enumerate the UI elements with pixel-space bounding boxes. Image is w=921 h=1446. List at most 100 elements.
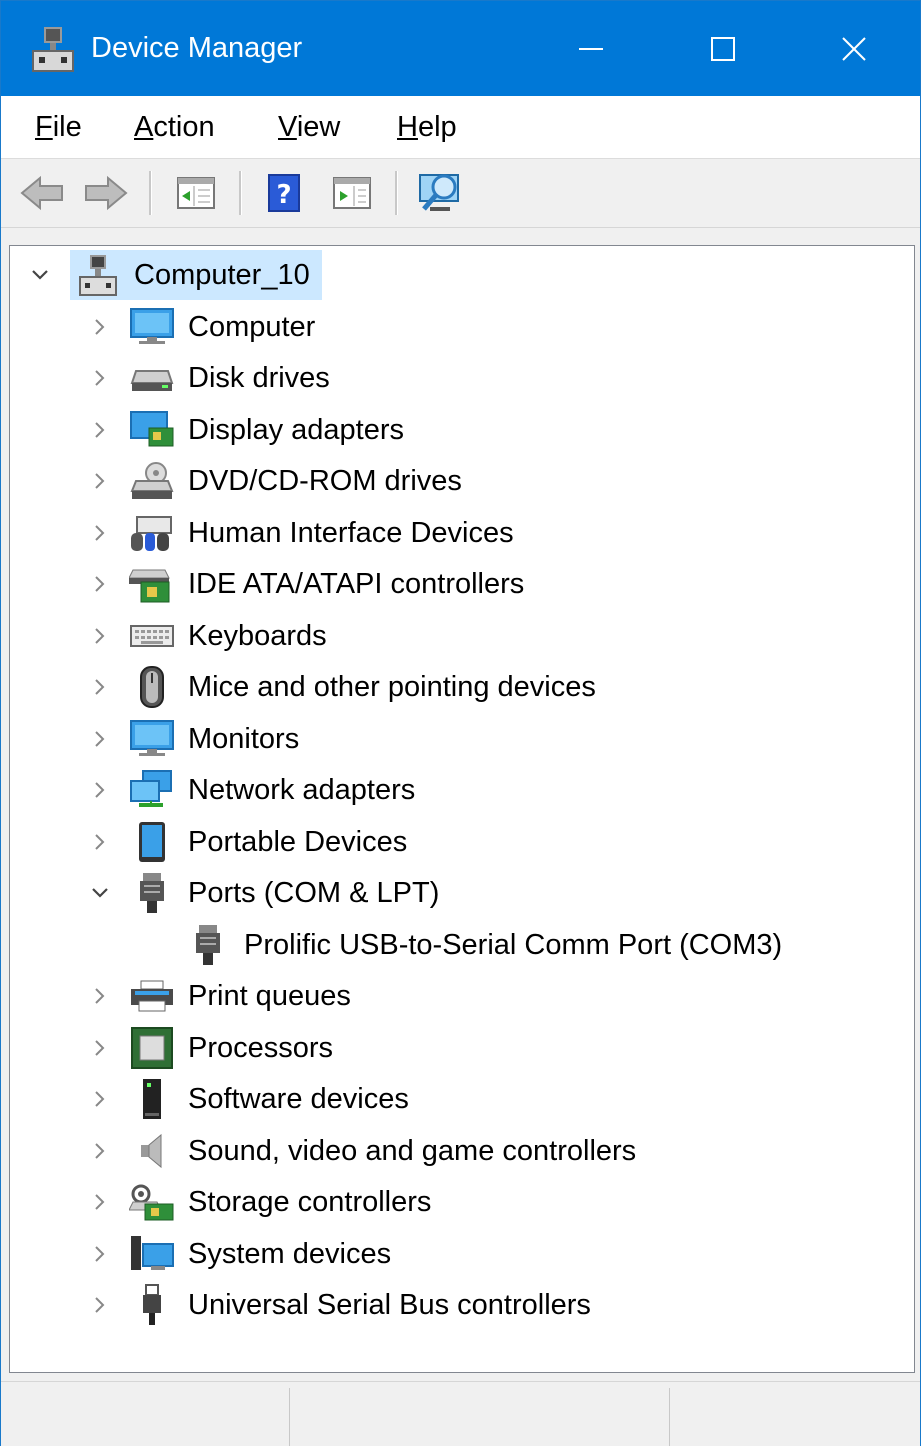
scan-hardware-icon [419,174,459,211]
tree-item-disk-drives[interactable]: Disk drives [88,353,330,403]
expand-chevron-icon[interactable] [88,418,112,442]
tree-item-prolific-usb-serial[interactable]: Prolific USB-to-Serial Comm Port (COM3) [184,920,782,970]
expand-chevron-icon[interactable] [88,521,112,545]
menu-file-label: ile [52,111,82,143]
expand-chevron-icon[interactable] [88,1242,112,1266]
tree-item-mice[interactable]: Mice and other pointing devices [88,662,596,712]
help-button[interactable]: ? [259,169,309,217]
root-selection: Computer_10 [70,250,322,300]
expand-chevron-icon[interactable] [88,1190,112,1214]
expand-chevron-icon[interactable] [88,1036,112,1060]
maximize-button[interactable] [663,1,783,96]
menu-file[interactable]: File [35,96,82,158]
expand-chevron-icon[interactable] [88,1293,112,1317]
expand-chevron-icon[interactable] [88,469,112,493]
expand-chevron-icon[interactable] [88,778,112,802]
storage-controller-icon [128,1178,176,1226]
portable-device-icon [128,818,176,866]
expand-chevron-icon[interactable] [88,727,112,751]
update-driver-icon [333,177,371,209]
back-button[interactable] [17,169,67,217]
processor-icon [128,1024,176,1072]
expand-chevron-icon[interactable] [88,624,112,648]
status-divider [289,1388,290,1446]
hid-icon [128,509,176,557]
keyboard-icon [128,612,176,660]
tree-item-human-interface-devices[interactable]: Human Interface Devices [88,508,514,558]
tree-item-network-adapters[interactable]: Network adapters [88,765,415,815]
tree-item-display-adapters[interactable]: Display adapters [88,405,404,455]
update-driver-button[interactable] [327,169,377,217]
tree-item-storage-controllers[interactable]: Storage controllers [88,1177,431,1227]
menu-help-label: elp [417,111,457,143]
expand-chevron-icon[interactable] [88,366,112,390]
speaker-icon [128,1127,176,1175]
device-tree[interactable]: Computer_10 Computer Disk drives Display… [9,245,915,1373]
tree-item-keyboards[interactable]: Keyboards [88,611,327,661]
tree-item-label: Keyboards [188,619,327,652]
tree-item-system-devices[interactable]: System devices [88,1229,391,1279]
menu-help-mnemonic: H [397,111,418,143]
tree-item-computer[interactable]: Computer [88,302,315,352]
forward-button[interactable] [81,169,131,217]
menu-view-label: iew [296,111,341,143]
tree-item-label: DVD/CD-ROM drives [188,464,462,497]
menu-file-mnemonic: F [35,111,53,143]
device-manager-app-icon [32,27,74,72]
expand-chevron-icon[interactable] [88,572,112,596]
window-title: Device Manager [91,32,303,64]
tree-item-ports[interactable]: Ports (COM & LPT) [88,868,439,918]
menu-help[interactable]: Help [397,96,457,158]
port-icon [128,869,176,917]
minimize-icon [579,47,603,50]
tree-item-ide-ata-atapi-controllers[interactable]: IDE ATA/ATAPI controllers [88,559,524,609]
tree-item-label: Print queues [188,979,351,1012]
monitor-icon [128,715,176,763]
tree-item-print-queues[interactable]: Print queues [88,971,351,1021]
tree-item-dvd-cd-rom-drives[interactable]: DVD/CD-ROM drives [88,456,462,506]
usb-icon [128,1281,176,1329]
properties-icon [177,177,215,209]
system-device-icon [128,1230,176,1278]
properties-button[interactable] [171,169,221,217]
display-adapter-icon [128,406,176,454]
forward-icon [85,175,128,211]
expand-chevron-icon[interactable] [88,1087,112,1111]
expand-chevron-icon[interactable] [88,984,112,1008]
printer-icon [128,972,176,1020]
tree-item-label: Display adapters [188,413,404,446]
tree-item-sound-video-game[interactable]: Sound, video and game controllers [88,1126,636,1176]
menu-view-mnemonic: V [278,111,297,143]
tree-item-label: Portable Devices [188,825,408,858]
menu-view[interactable]: View [278,96,340,158]
tree-item-label: Universal Serial Bus controllers [188,1288,591,1321]
close-button[interactable] [794,1,914,96]
tree-item-label: Computer [188,310,316,343]
tree-item-label: Disk drives [188,361,330,394]
collapse-chevron-icon[interactable] [88,881,112,905]
disk-drive-icon [128,354,176,402]
tree-item-monitors[interactable]: Monitors [88,714,299,764]
tree-item-label: IDE ATA/ATAPI controllers [188,567,525,600]
tree-item-usb-controllers[interactable]: Universal Serial Bus controllers [88,1280,591,1330]
ide-controller-icon [128,560,176,608]
tree-root-computer[interactable]: Computer_10 [28,250,322,300]
mouse-icon [128,663,176,711]
title-bar[interactable]: Device Manager [1,1,920,96]
computer-tower-icon [74,251,122,299]
dvd-drive-icon [128,457,176,505]
minimize-button[interactable] [531,1,651,96]
expand-chevron-icon[interactable] [88,830,112,854]
expand-chevron-icon[interactable] [88,675,112,699]
serial-port-icon [184,921,232,969]
expand-chevron-icon[interactable] [88,315,112,339]
tree-item-software-devices[interactable]: Software devices [88,1074,409,1124]
tree-item-label: Prolific USB-to-Serial Comm Port (COM3) [244,928,783,961]
tree-item-processors[interactable]: Processors [88,1023,333,1073]
expand-chevron-icon[interactable] [88,1139,112,1163]
scan-hardware-button[interactable] [415,169,465,217]
menu-action[interactable]: Action [134,96,215,158]
collapse-chevron-icon[interactable] [28,263,52,287]
tree-item-label: Human Interface Devices [188,516,514,549]
tree-item-portable-devices[interactable]: Portable Devices [88,817,407,867]
